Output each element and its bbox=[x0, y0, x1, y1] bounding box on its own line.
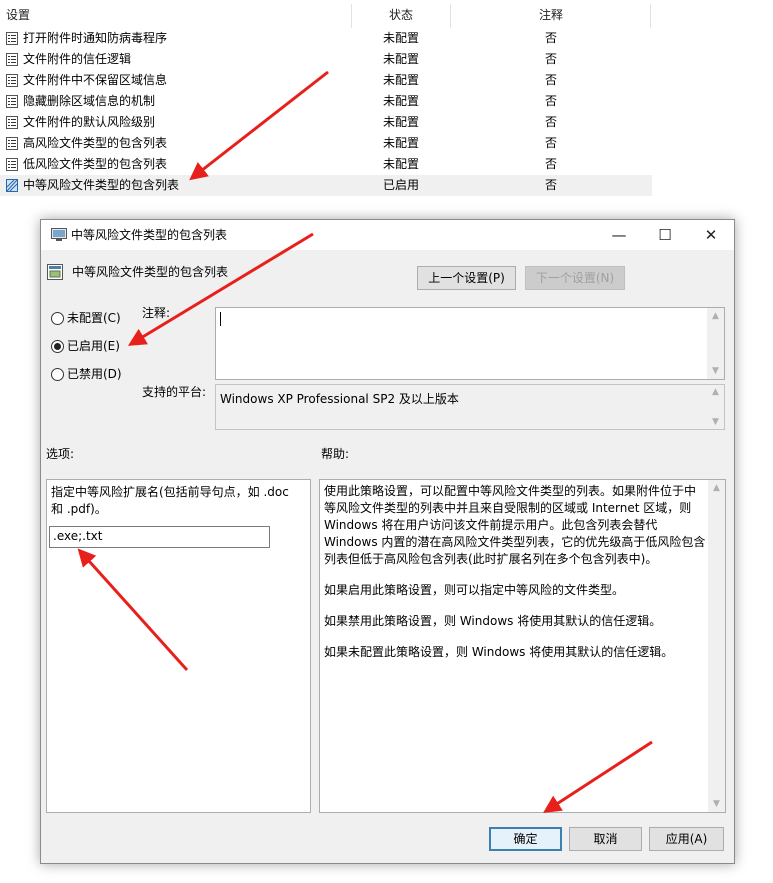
policy-icon bbox=[6, 74, 18, 87]
policy-icon bbox=[6, 95, 18, 108]
column-setting[interactable]: 设置 bbox=[6, 0, 30, 28]
policy-row[interactable]: 文件附件的默认风险级别 未配置 否 bbox=[0, 112, 652, 133]
policy-comment: 否 bbox=[545, 136, 558, 150]
dialog-title: 中等风险文件类型的包含列表 bbox=[71, 228, 228, 242]
policy-comment: 否 bbox=[545, 94, 558, 108]
radio-not-configured-label[interactable]: 未配置(C) bbox=[67, 310, 121, 326]
policy-state: 未配置 bbox=[383, 136, 420, 150]
column-divider[interactable] bbox=[450, 4, 451, 28]
help-paragraph: 如果启用此策略设置，则可以指定中等风险的文件类型。 bbox=[324, 583, 625, 597]
options-panel: 指定中等风险扩展名(包括前导句点，如 .doc 和 .pdf)。 .exe;.t… bbox=[46, 479, 311, 813]
policy-comment: 否 bbox=[545, 31, 558, 45]
policy-row-selected[interactable]: 中等风险文件类型的包含列表 已启用 否 bbox=[0, 175, 652, 196]
radio-disabled-label[interactable]: 已禁用(D) bbox=[67, 366, 122, 382]
extensions-input-value: .exe;.txt bbox=[53, 529, 103, 543]
column-divider[interactable] bbox=[351, 4, 352, 28]
text-cursor bbox=[220, 312, 221, 326]
close-button[interactable]: ✕ bbox=[688, 220, 734, 250]
scroll-down-arrow[interactable]: ▼ bbox=[712, 417, 719, 427]
previous-setting-button[interactable]: 上一个设置(P) bbox=[417, 266, 516, 290]
policy-state: 未配置 bbox=[383, 115, 420, 129]
policy-name: 打开附件时通知防病毒程序 bbox=[23, 31, 168, 45]
policy-name: 文件附件中不保留区域信息 bbox=[23, 73, 168, 87]
policy-name: 高风险文件类型的包含列表 bbox=[23, 136, 168, 150]
policy-state: 未配置 bbox=[383, 94, 420, 108]
column-comment[interactable]: 注释 bbox=[539, 0, 563, 28]
policy-name: 文件附件的信任逻辑 bbox=[23, 52, 132, 66]
policy-name: 文件附件的默认风险级别 bbox=[23, 115, 156, 129]
radio-disabled[interactable] bbox=[51, 368, 64, 381]
platform-label: 支持的平台: bbox=[142, 385, 207, 399]
scroll-down-arrow[interactable]: ▼ bbox=[712, 366, 719, 376]
help-label: 帮助: bbox=[321, 447, 350, 461]
policy-icon bbox=[6, 137, 18, 150]
policy-row[interactable]: 打开附件时通知防病毒程序 未配置 否 bbox=[0, 28, 652, 49]
policy-selected-icon bbox=[6, 179, 18, 192]
policy-icon bbox=[6, 53, 18, 66]
title-bar[interactable]: 中等风险文件类型的包含列表 — ☐ ✕ bbox=[41, 220, 734, 250]
scroll-down-arrow[interactable]: ▼ bbox=[713, 799, 720, 809]
policy-settings-icon bbox=[47, 264, 63, 280]
policy-state: 未配置 bbox=[383, 31, 420, 45]
radio-enabled-label[interactable]: 已启用(E) bbox=[67, 338, 120, 354]
help-panel: 使用此策略设置，可以配置中等风险文件类型的列表。如果附件位于中等风险文件类型的列… bbox=[319, 479, 726, 813]
help-paragraph: 如果禁用此策略设置，则 Windows 将使用其默认的信任逻辑。 bbox=[324, 614, 662, 628]
scroll-up-arrow[interactable]: ▲ bbox=[713, 483, 720, 493]
policy-row[interactable]: 高风险文件类型的包含列表 未配置 否 bbox=[0, 133, 652, 154]
platform-text: Windows XP Professional SP2 及以上版本 bbox=[220, 392, 459, 406]
policy-state: 已启用 bbox=[383, 178, 420, 192]
policy-state: 未配置 bbox=[383, 73, 420, 87]
policy-icon bbox=[6, 32, 18, 45]
policy-row[interactable]: 文件附件的信任逻辑 未配置 否 bbox=[0, 49, 652, 70]
column-divider[interactable] bbox=[650, 4, 651, 28]
apply-button[interactable]: 应用(A) bbox=[649, 827, 724, 851]
policy-name: 中等风险文件类型的包含列表 bbox=[23, 178, 180, 192]
option-description: 指定中等风险扩展名(包括前导句点，如 .doc 和 .pdf)。 bbox=[51, 485, 289, 516]
radio-enabled[interactable] bbox=[51, 340, 64, 353]
policy-row[interactable]: 文件附件中不保留区域信息 未配置 否 bbox=[0, 70, 652, 91]
policy-state: 未配置 bbox=[383, 157, 420, 171]
minimize-button[interactable]: — bbox=[596, 220, 642, 250]
policy-name: 低风险文件类型的包含列表 bbox=[23, 157, 168, 171]
platform-scrollbar[interactable]: ▲ ▼ bbox=[707, 385, 724, 429]
policy-editor-icon bbox=[51, 228, 67, 241]
cancel-button[interactable]: 取消 bbox=[569, 827, 642, 851]
policy-dialog: 中等风险文件类型的包含列表 — ☐ ✕ 中等风险文件类型的包含列表 上一个设置(… bbox=[40, 219, 735, 864]
maximize-button[interactable]: ☐ bbox=[642, 220, 688, 250]
column-state[interactable]: 状态 bbox=[389, 0, 413, 28]
policy-comment: 否 bbox=[545, 157, 558, 171]
policy-row[interactable]: 隐藏删除区域信息的机制 未配置 否 bbox=[0, 91, 652, 112]
policy-comment: 否 bbox=[545, 178, 558, 192]
options-label: 选项: bbox=[46, 447, 75, 461]
next-setting-button[interactable]: 下一个设置(N) bbox=[525, 266, 625, 290]
scroll-up-arrow[interactable]: ▲ bbox=[712, 311, 719, 321]
list-header: 设置 状态 注释 bbox=[0, 0, 652, 28]
help-paragraph: 使用此策略设置，可以配置中等风险文件类型的列表。如果附件位于中等风险文件类型的列… bbox=[324, 484, 706, 566]
radio-not-configured[interactable] bbox=[51, 312, 64, 325]
help-text: 使用此策略设置，可以配置中等风险文件类型的列表。如果附件位于中等风险文件类型的列… bbox=[324, 483, 706, 675]
policy-comment: 否 bbox=[545, 73, 558, 87]
policy-name-header: 中等风险文件类型的包含列表 bbox=[72, 265, 229, 279]
policy-state: 未配置 bbox=[383, 52, 420, 66]
extensions-input[interactable]: .exe;.txt bbox=[49, 526, 270, 548]
policy-row[interactable]: 低风险文件类型的包含列表 未配置 否 bbox=[0, 154, 652, 175]
help-paragraph: 如果未配置此策略设置，则 Windows 将使用其默认的信任逻辑。 bbox=[324, 645, 674, 659]
policy-name: 隐藏删除区域信息的机制 bbox=[23, 94, 156, 108]
policy-comment: 否 bbox=[545, 115, 558, 129]
platform-box: Windows XP Professional SP2 及以上版本 ▲ ▼ bbox=[215, 384, 725, 430]
policy-icon bbox=[6, 158, 18, 171]
help-scrollbar[interactable]: ▲ ▼ bbox=[708, 480, 725, 812]
ok-button[interactable]: 确定 bbox=[489, 827, 562, 851]
comment-label: 注释: bbox=[142, 306, 171, 320]
comment-scrollbar[interactable]: ▲ ▼ bbox=[707, 308, 724, 379]
policy-icon bbox=[6, 116, 18, 129]
policy-comment: 否 bbox=[545, 52, 558, 66]
comment-textbox[interactable]: ▲ ▼ bbox=[215, 307, 725, 380]
scroll-up-arrow[interactable]: ▲ bbox=[712, 387, 719, 397]
